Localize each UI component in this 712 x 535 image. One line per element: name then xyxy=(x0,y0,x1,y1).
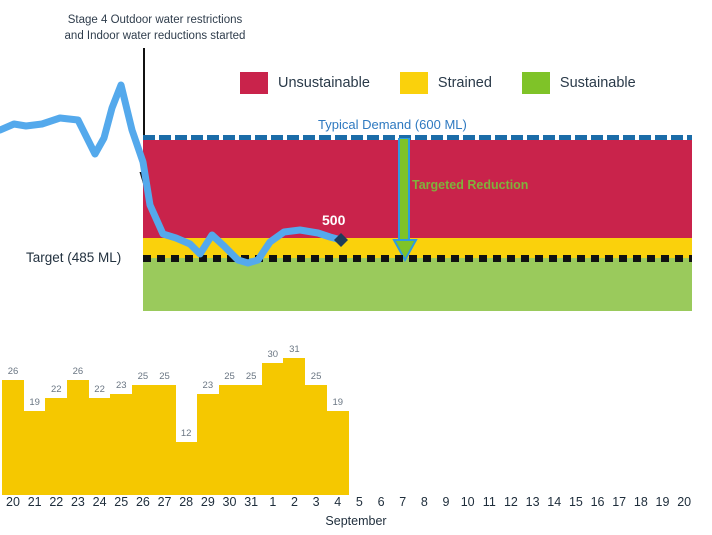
x-axis: 20 21 22 23 24 25 26 27 28 29 30 31 1 2 3 4 5 6 7 8 9 10 11 12 1… xyxy=(0,495,712,513)
bar-value-label: 25 xyxy=(310,370,322,382)
bar-rect xyxy=(261,362,284,495)
bar-column[interactable]: 26 xyxy=(2,367,24,495)
bar-column[interactable]: 12 xyxy=(175,428,198,495)
bar-rect xyxy=(45,397,68,495)
bar-value-label: 22 xyxy=(51,383,62,395)
bar-value-label: 26 xyxy=(7,366,19,378)
bar-value-label: 23 xyxy=(202,379,214,391)
bar-value-label: 25 xyxy=(245,370,257,382)
bar-rect xyxy=(218,384,241,495)
bar-value-label: 12 xyxy=(180,428,192,440)
bar-column[interactable]: 23 xyxy=(196,379,219,495)
bar-column[interactable]: 25 xyxy=(240,370,263,495)
bar-value-label: 25 xyxy=(224,370,235,382)
bar-column[interactable]: 25 xyxy=(131,370,154,495)
bar-column[interactable]: 25 xyxy=(218,370,241,495)
bar-column[interactable]: 31 xyxy=(283,344,306,495)
stage4-annotation-text: Stage 4 Outdoor water restrictions and I… xyxy=(64,14,246,42)
bar-value-label: 26 xyxy=(72,366,84,378)
bar-column[interactable]: 19 xyxy=(326,397,349,495)
bar-column[interactable]: 25 xyxy=(305,370,328,495)
bar-rect xyxy=(153,384,176,495)
bar-rect xyxy=(175,442,198,495)
bar-column[interactable]: 26 xyxy=(66,366,89,495)
bar-value-label: 19 xyxy=(332,397,344,409)
x-axis-month-label: September xyxy=(325,514,387,528)
bar-chart-area: 26 19 22 26 22 23 25 25 12 23 25 25 30 31 25 19 xyxy=(0,330,712,495)
bar-rect xyxy=(23,411,46,495)
bar-column[interactable]: 22 xyxy=(45,383,68,495)
bar-rect xyxy=(196,393,219,495)
bar-value-label: 31 xyxy=(289,344,300,356)
bar-value-label: 30 xyxy=(267,348,279,360)
bar-column[interactable]: 30 xyxy=(261,348,284,495)
bar-rect xyxy=(283,358,306,495)
bar-column[interactable]: 22 xyxy=(88,383,111,495)
bar-value-label: 22 xyxy=(94,383,105,395)
bar-value-label: 25 xyxy=(159,370,170,382)
bar-rect xyxy=(66,380,89,495)
x-axis-tick: 20 xyxy=(677,495,692,509)
bar-rect xyxy=(2,380,24,495)
bar-rect xyxy=(240,384,263,495)
bar-rect xyxy=(326,411,349,495)
daily-use-line-series xyxy=(0,81,348,267)
bar-column[interactable]: 19 xyxy=(23,397,46,495)
bar-value-label: 23 xyxy=(115,379,127,391)
value-callout-500: 500 xyxy=(322,212,346,228)
bar-column[interactable]: 23 xyxy=(110,379,133,495)
bar-rect xyxy=(88,397,111,495)
chart-canvas: Stage 4 Outdoor water restrictions and I… xyxy=(0,0,712,535)
bar-column[interactable]: 25 xyxy=(153,370,176,495)
bar-value-label: 25 xyxy=(137,370,149,382)
bar-value-label: 19 xyxy=(29,397,40,409)
bar-rect xyxy=(131,384,154,495)
bar-rect xyxy=(305,384,328,495)
bar-rect xyxy=(110,393,133,495)
